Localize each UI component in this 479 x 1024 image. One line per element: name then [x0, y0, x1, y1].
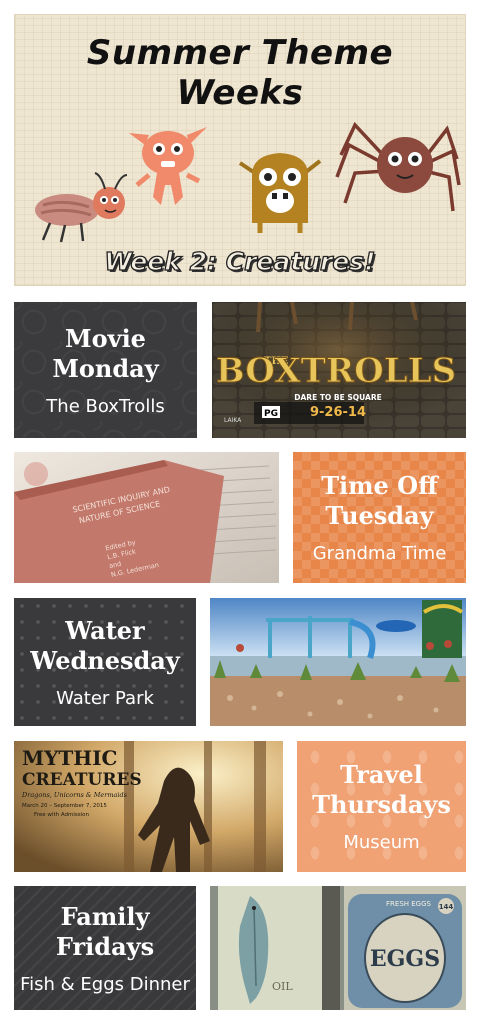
- owl-monster-icon: [238, 153, 322, 233]
- photo-mythic-creatures: MYTHIC CREATURES Dragons, Unicorns & Mer…: [14, 741, 283, 872]
- day-subtitle: The BoxTrolls: [46, 395, 165, 417]
- science-book-icon: SCIENTIFIC INQUIRY AND NATURE OF SCIENCE…: [14, 452, 279, 583]
- week-label: Week 2: Creatures!: [104, 246, 376, 276]
- svg-text:MYTHIC: MYTHIC: [22, 746, 117, 770]
- day-subtitle: Fish & Eggs Dinner: [20, 973, 190, 995]
- day-subtitle: Grandma Time: [312, 543, 447, 564]
- photo-boxtrolls-poster: THE BOXTROLLS DARE TO BE SQUARE 9-26-14 …: [212, 302, 466, 438]
- day-subtitle: Museum: [343, 832, 420, 853]
- day-title-line1: Travel: [340, 760, 423, 789]
- day-tile-friday: Family Fridays Fish & Eggs Dinner: [14, 886, 196, 1010]
- svg-text:BOXTROLLS: BOXTROLLS: [216, 351, 456, 391]
- photo-science-book: SCIENTIFIC INQUIRY AND NATURE OF SCIENCE…: [14, 452, 279, 583]
- svg-text:9-26-14: 9-26-14: [310, 405, 366, 420]
- day-title-line2: Wednesday: [30, 645, 180, 675]
- photo-water-park: [210, 598, 466, 726]
- photo-fish-eggs-prints: OIL EGGS FRESH EGGS 144: [210, 886, 466, 1010]
- day-title-line2: Monday: [52, 353, 159, 383]
- mythic-creatures-poster-icon: MYTHIC CREATURES Dragons, Unicorns & Mer…: [14, 741, 283, 872]
- svg-text:144: 144: [439, 903, 454, 911]
- day-title-line1: Family: [60, 901, 150, 931]
- day-title-line2: Tuesday: [325, 501, 434, 530]
- day-tile-tuesday: Time Off Tuesday Grandma Time: [293, 452, 466, 583]
- day-title-line2: Thursdays: [312, 790, 451, 819]
- day-tile-wednesday: Water Wednesday Water Park: [14, 598, 196, 726]
- svg-text:DARE TO BE SQUARE: DARE TO BE SQUARE: [294, 393, 381, 402]
- svg-text:FRESH EGGS: FRESH EGGS: [386, 900, 432, 908]
- day-tile-monday: Movie Monday The BoxTrolls: [14, 302, 197, 438]
- boxtrolls-poster-icon: THE BOXTROLLS DARE TO BE SQUARE 9-26-14 …: [212, 302, 466, 438]
- day-subtitle: Water Park: [56, 687, 154, 709]
- day-title-line1: Time Off: [321, 471, 438, 500]
- day-tile-thursday: Travel Thursdays Museum: [297, 741, 466, 872]
- header-banner: Summer Theme Weeks Week 2: Creatures!: [14, 14, 466, 286]
- bunny-creature-icon: [129, 127, 207, 205]
- svg-text:EGGS: EGGS: [370, 946, 440, 972]
- day-title-line2: Fridays: [55, 931, 155, 961]
- svg-text:LAIKA: LAIKA: [224, 417, 242, 424]
- day-title-line1: Water: [65, 615, 145, 645]
- svg-text:Dragons, Unicorns & Mermaids: Dragons, Unicorns & Mermaids: [21, 791, 128, 799]
- ant-creature-icon: [35, 172, 128, 243]
- svg-text:Free with Admission: Free with Admission: [34, 812, 90, 818]
- svg-text:PG: PG: [264, 409, 278, 419]
- fish-eggs-prints-icon: OIL EGGS FRESH EGGS 144: [210, 886, 466, 1010]
- svg-text:CREATURES: CREATURES: [22, 770, 142, 790]
- page-title-line2: Weeks: [176, 73, 304, 113]
- spider-creature-icon: [335, 121, 461, 212]
- day-title-line1: Movie: [65, 323, 146, 353]
- water-park-icon: [210, 598, 466, 726]
- svg-text:OIL: OIL: [272, 980, 293, 993]
- svg-text:March 20 – September 7, 2015: March 20 – September 7, 2015: [22, 803, 107, 809]
- page-title-line1: Summer Theme: [86, 33, 394, 73]
